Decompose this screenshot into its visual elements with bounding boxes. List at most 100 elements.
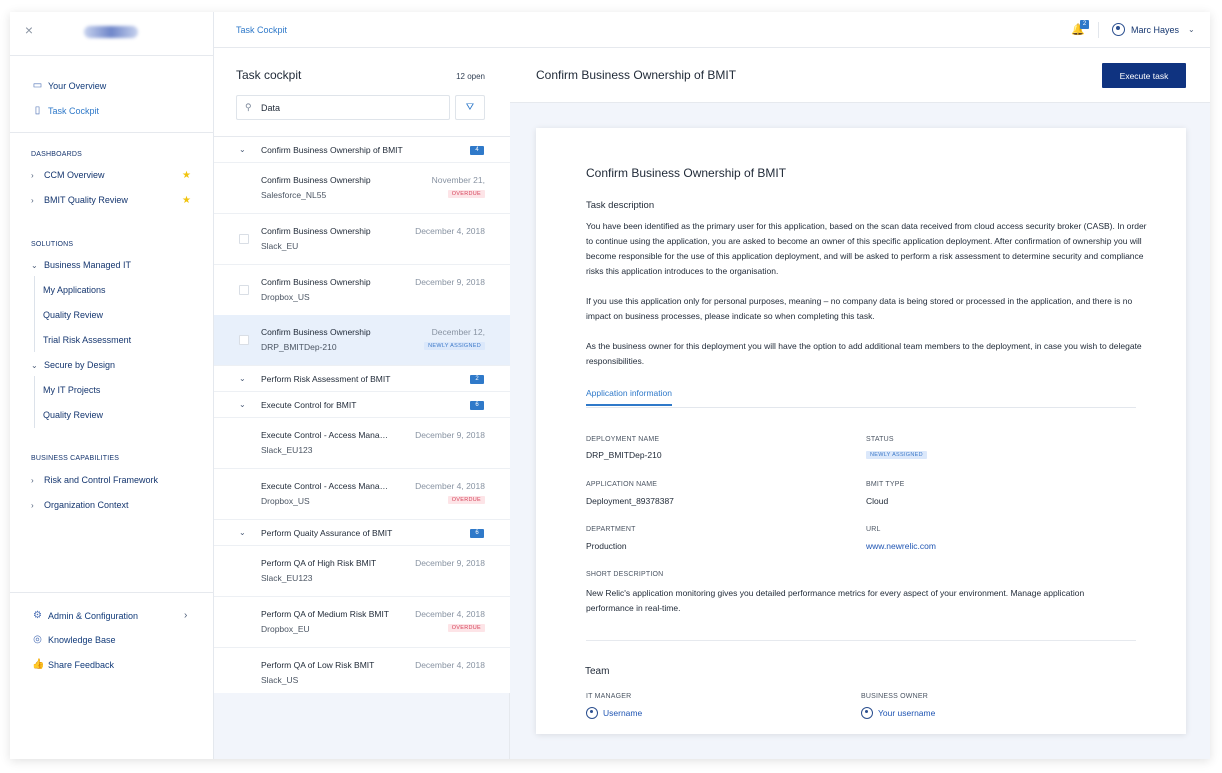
short-description-value: New Relic's application monitoring gives… [586, 588, 1085, 613]
sliders-icon: ⚙ [33, 610, 42, 621]
description-paragraph: If you use this application only for per… [586, 296, 1133, 321]
chevron-down-icon: ⌄ [239, 528, 246, 537]
list-title: Task cockpit [236, 68, 302, 82]
search-icon: ⚲ [245, 102, 252, 112]
tab-application-information[interactable]: Application information [586, 388, 672, 406]
field-label: APPLICATION NAME [586, 481, 658, 488]
divider [10, 55, 214, 56]
business-owner-link[interactable]: Your username [861, 707, 935, 719]
task-title: Confirm Business Ownership [261, 226, 371, 236]
task-subtitle: Slack_EU [261, 241, 299, 251]
task-title: Perform QA of Low Risk BMIT [261, 660, 375, 670]
nav-admin-configuration[interactable]: ⚙ Admin & Configuration › [32, 610, 192, 621]
breadcrumb[interactable]: Task Cockpit [236, 25, 287, 35]
task-date: December 4, 2018 [415, 609, 485, 619]
task-title: Perform QA of High Risk BMIT [261, 558, 377, 568]
group-count-badge: 2 [470, 375, 484, 384]
detail-header: Confirm Business Ownership of BMIT Execu… [510, 48, 1210, 103]
search-input[interactable] [261, 100, 441, 115]
nav-task-cockpit[interactable]: ▯ Task Cockpit [32, 105, 99, 116]
solution-secure-by-design[interactable]: ⌄ Secure by Design [31, 360, 115, 370]
task-checkbox[interactable] [239, 285, 249, 295]
nav-quality-review[interactable]: Quality Review [43, 310, 103, 320]
task-subtitle: Slack_EU123 [261, 445, 313, 455]
field-label: DEPARTMENT [586, 526, 636, 533]
nav-your-overview[interactable]: ▭ Your Overview [32, 80, 106, 91]
department-value: Production [586, 541, 627, 551]
field-label: BMIT TYPE [866, 481, 905, 488]
execute-task-button[interactable]: Execute task [1102, 63, 1186, 88]
business-owner-name: Your username [878, 708, 936, 718]
task-date: December 9, 2018 [415, 430, 485, 440]
status-badge: NEWLY ASSIGNED [424, 342, 485, 350]
card-title: Confirm Business Ownership of BMIT [586, 166, 787, 180]
nav-my-applications[interactable]: My Applications [43, 285, 106, 295]
task-list-panel: Task cockpit 12 open ⚲ ⛛ ⌄ Confirm Busin… [214, 48, 510, 759]
nav-my-it-projects[interactable]: My IT Projects [43, 385, 100, 395]
url-link[interactable]: www.newrelic.com [866, 541, 936, 551]
star-icon[interactable]: ★ [182, 195, 191, 206]
task-subtitle: DRP_BMITDep-210 [261, 342, 337, 352]
task-item[interactable]: Execute Control - Access Management Slac… [214, 418, 510, 469]
solution-business-managed-it[interactable]: ⌄ Business Managed IT [31, 260, 131, 270]
nav-share-feedback[interactable]: 👍 Share Feedback [32, 659, 114, 670]
star-icon[interactable]: ★ [182, 170, 191, 181]
group-title: Execute Control for BMIT [261, 400, 357, 410]
chevron-right-icon: › [31, 475, 34, 485]
capability-risk-control-framework[interactable]: › Risk and Control Framework [31, 475, 158, 485]
task-title: Execute Control - Access Management [261, 481, 391, 491]
dashboard-ccm-overview[interactable]: › CCM Overview ★ [31, 170, 191, 181]
task-subtitle: Slack_US [261, 675, 299, 685]
capability-label: Risk and Control Framework [44, 475, 159, 485]
nav-knowledge-base[interactable]: ◎ Knowledge Base [32, 634, 115, 645]
user-name: Marc Hayes [1131, 24, 1180, 35]
dashboard-bmit-quality-review[interactable]: › BMIT Quality Review ★ [31, 195, 191, 206]
chevron-right-icon: › [31, 170, 34, 180]
task-group[interactable]: ⌄ Perform Risk Assessment of BMIT 2 [214, 366, 510, 392]
task-description-heading: Task description [586, 200, 655, 211]
task-item[interactable]: Execute Control - Access Management Drop… [214, 469, 510, 520]
task-title: Confirm Business Ownership [261, 175, 371, 185]
bmit-type-value: Cloud [866, 496, 889, 506]
top-bar: Task Cockpit 🔔 2 Marc Hayes ⌄ [214, 12, 1210, 48]
task-subtitle: Slack_EU123 [261, 573, 313, 583]
compass-icon: ◎ [33, 634, 42, 645]
user-avatar-icon [1112, 23, 1125, 36]
capability-organization-context[interactable]: › Organization Context [31, 500, 129, 510]
nav-label: Share Feedback [48, 659, 115, 670]
deployment-name-value: DRP_BMITDep-210 [586, 450, 662, 460]
task-group[interactable]: ⌄ Perform Quaity Assurance of BMIT 6 [214, 520, 510, 546]
nav-label: Task Cockpit [48, 105, 100, 116]
task-item[interactable]: Perform QA of High Risk BMIT Slack_EU123… [214, 546, 510, 597]
task-date: December 4, 2018 [415, 481, 485, 491]
close-icon[interactable]: × [22, 23, 36, 37]
task-date: December 12, [431, 327, 485, 337]
nav-quality-review-2[interactable]: Quality Review [43, 410, 103, 420]
sidebar: × ▭ Your Overview ▯ Task Cockpit DASHBOA… [10, 12, 214, 759]
divider [1098, 22, 1099, 38]
task-checkbox[interactable] [239, 335, 249, 345]
task-item[interactable]: Confirm Business Ownership Salesforce_NL… [214, 163, 510, 214]
task-item[interactable]: Confirm Business Ownership Slack_EU Dece… [214, 214, 510, 265]
task-item[interactable]: Perform QA of Medium Risk BMIT Dropbox_E… [214, 597, 510, 648]
task-checkbox[interactable] [239, 234, 249, 244]
task-group[interactable]: ⌄ Confirm Business Ownership of BMIT 4 [214, 137, 510, 163]
task-group[interactable]: ⌄ Execute Control for BMIT 6 [214, 392, 510, 418]
task-item-selected[interactable]: Confirm Business Ownership DRP_BMITDep-2… [214, 315, 510, 366]
task-item[interactable]: Perform QA of Low Risk BMIT Slack_US Dec… [214, 648, 510, 699]
group-count-badge: 4 [470, 146, 484, 155]
description-paragraph: As the business owner for this deploymen… [586, 341, 1142, 366]
group-title: Confirm Business Ownership of BMIT [261, 145, 403, 155]
tree-guide [34, 276, 35, 352]
filter-button[interactable]: ⛛ [455, 95, 485, 120]
task-item[interactable]: Confirm Business Ownership Dropbox_US De… [214, 265, 510, 316]
nav-trial-risk-assessment[interactable]: Trial Risk Assessment [43, 335, 131, 345]
filter-icon: ⛛ [465, 102, 475, 113]
chevron-right-icon: › [184, 610, 188, 621]
dashboard-label: CCM Overview [44, 170, 105, 180]
divider [586, 640, 1136, 641]
group-title: Perform Quaity Assurance of BMIT [261, 528, 393, 538]
it-manager-link[interactable]: Username [586, 707, 642, 719]
group-count-badge: 6 [470, 529, 484, 538]
user-menu[interactable]: Marc Hayes ⌄ [1112, 23, 1195, 36]
